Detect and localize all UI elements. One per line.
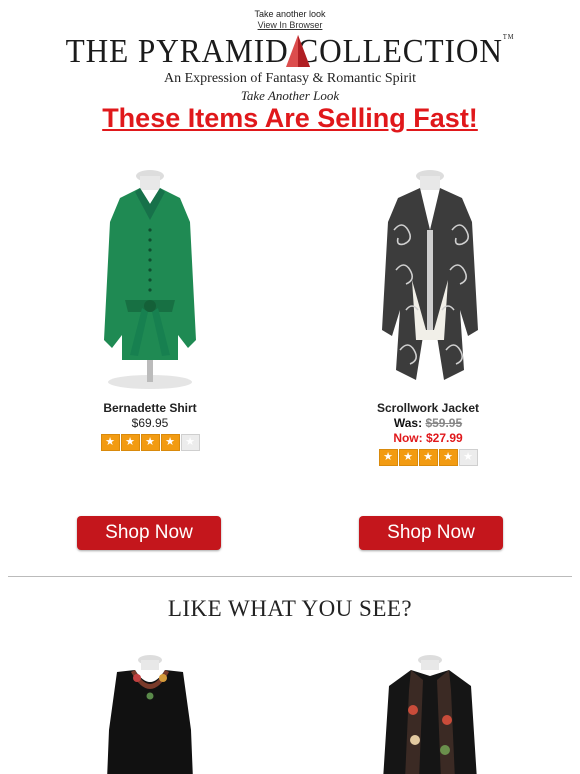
star-icon: ★ bbox=[438, 449, 458, 466]
star-icon: ★ bbox=[160, 434, 180, 451]
star-rating: ★ ★ ★ ★ ★ bbox=[378, 449, 478, 466]
shop-now-button[interactable]: Shop Now bbox=[359, 516, 503, 550]
now-label: Now: bbox=[393, 431, 423, 445]
product-name[interactable]: Bernadette Shirt bbox=[60, 401, 240, 416]
green-blouse-icon bbox=[104, 170, 196, 389]
product-image-scarf-top[interactable] bbox=[375, 650, 485, 774]
logo-tagline: An Expression of Fantasy & Romantic Spir… bbox=[164, 71, 416, 86]
star-icon: ★ bbox=[120, 434, 140, 451]
trademark: TM bbox=[502, 33, 515, 41]
product-image-tank[interactable] bbox=[95, 650, 205, 774]
preheader-text: Take another look bbox=[254, 9, 326, 19]
was-price-line: Was: $59.95 bbox=[338, 416, 518, 431]
logo[interactable]: THE PYRAMID COLLECTIONTM An Expression o… bbox=[0, 31, 580, 103]
was-label: Was: bbox=[393, 416, 423, 430]
star-empty-icon: ★ bbox=[458, 449, 478, 466]
now-price: $27.99 bbox=[425, 431, 463, 445]
scroll-jacket-icon bbox=[382, 170, 478, 380]
email-page: Take another look View In Browser THE PY… bbox=[0, 0, 580, 774]
pyramid-icon bbox=[286, 35, 310, 67]
star-icon: ★ bbox=[140, 434, 160, 451]
was-price: $59.95 bbox=[425, 416, 463, 430]
now-price-line: Now: $27.99 bbox=[338, 431, 518, 446]
product-image-bernadette[interactable] bbox=[80, 160, 220, 390]
section-divider bbox=[8, 576, 572, 577]
product-image-scrollwork[interactable] bbox=[360, 160, 500, 390]
product-name[interactable]: Scrollwork Jacket bbox=[338, 401, 518, 416]
shop-now-button[interactable]: Shop Now bbox=[77, 516, 221, 550]
star-icon: ★ bbox=[398, 449, 418, 466]
logo-subtitle: Take Another Look bbox=[240, 88, 340, 103]
preheader: Take another look View In Browser bbox=[0, 0, 580, 31]
product-info-bernadette: Bernadette Shirt $69.95 ★ ★ ★ ★ ★ bbox=[60, 401, 240, 451]
star-icon: ★ bbox=[100, 434, 120, 451]
star-empty-icon: ★ bbox=[180, 434, 200, 451]
star-rating: ★ ★ ★ ★ ★ bbox=[100, 434, 200, 451]
headline[interactable]: These Items Are Selling Fast! bbox=[0, 103, 580, 137]
floral-scarf-top-icon bbox=[383, 655, 477, 774]
view-in-browser-link[interactable]: View In Browser bbox=[0, 20, 580, 31]
black-tank-top-icon bbox=[107, 655, 193, 774]
section-title: LIKE WHAT YOU SEE? bbox=[167, 596, 413, 621]
product-info-scrollwork: Scrollwork Jacket Was: $59.95 Now: $27.9… bbox=[338, 401, 518, 466]
star-icon: ★ bbox=[418, 449, 438, 466]
star-icon: ★ bbox=[378, 449, 398, 466]
product-price: $69.95 bbox=[131, 416, 169, 430]
